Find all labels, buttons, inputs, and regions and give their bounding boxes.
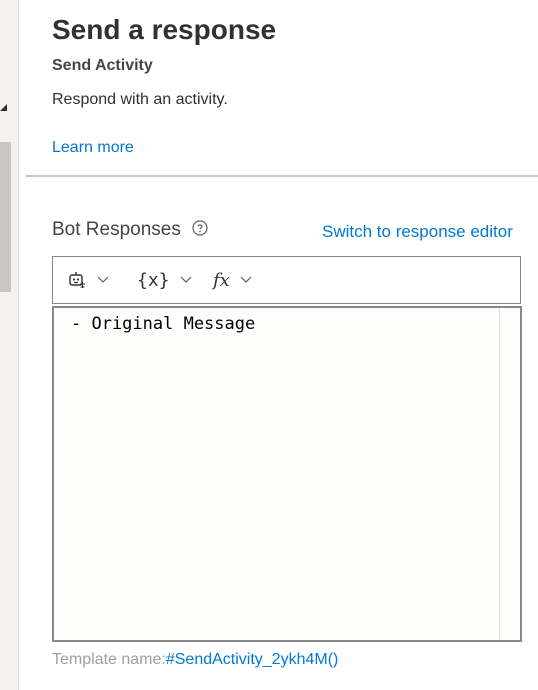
chevron-down-icon (240, 276, 252, 283)
bot-template-dropdown[interactable] (67, 267, 109, 293)
action-type-label: Send Activity (52, 57, 153, 74)
left-panel-edge (0, 0, 19, 690)
template-name-value[interactable]: #SendActivity_2ykh4M() (166, 651, 339, 668)
bot-responses-label: Bot Responses (52, 219, 181, 240)
property-label: {x} (137, 269, 170, 291)
chevron-down-icon (97, 276, 109, 283)
chevron-down-icon (180, 276, 191, 283)
editor-toolbar: {x} fx (52, 256, 521, 304)
page-title: Send a response (52, 14, 277, 45)
help-icon[interactable] (192, 220, 208, 236)
function-label: fx (213, 269, 230, 291)
switch-to-response-editor-link[interactable]: Switch to response editor (322, 222, 513, 242)
editor-line[interactable]: - Original Message (71, 314, 255, 334)
action-description: Respond with an activity. (52, 91, 228, 108)
collapse-arrow-icon[interactable] (0, 104, 7, 111)
left-scrollbar-thumb[interactable] (0, 142, 11, 292)
template-name-row: Template name:#SendActivity_2ykh4M() (52, 651, 338, 669)
editor-scrollbar[interactable] (499, 308, 520, 640)
insert-property-dropdown[interactable]: {x} (137, 267, 192, 293)
section-divider (26, 175, 538, 177)
template-name-label: Template name: (52, 651, 166, 668)
insert-function-dropdown[interactable]: fx (213, 267, 252, 293)
response-text-editor[interactable]: - Original Message (52, 306, 522, 642)
learn-more-link[interactable]: Learn more (52, 139, 134, 157)
bot-icon (69, 272, 85, 288)
